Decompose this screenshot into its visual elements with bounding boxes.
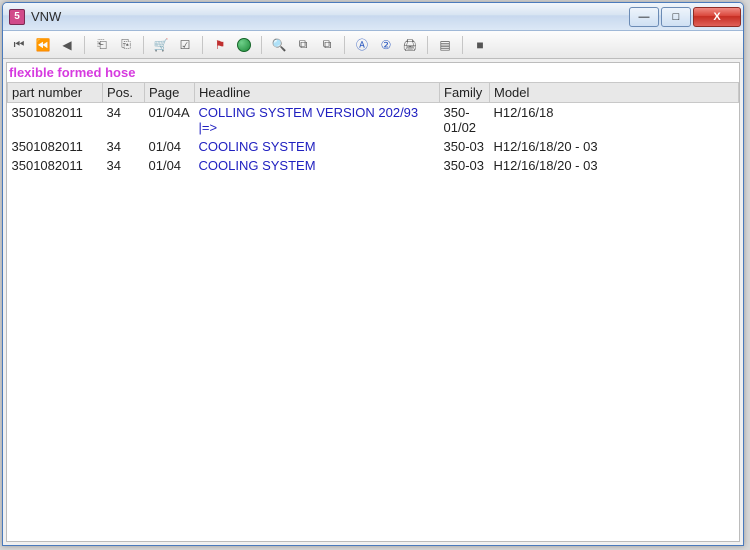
page-forward-icon[interactable]: ⧉ bbox=[317, 35, 337, 55]
col-page[interactable]: Page bbox=[145, 83, 195, 103]
prev-record-icon[interactable]: ◀ bbox=[57, 35, 77, 55]
bookmark-prev-icon[interactable]: ⎗ bbox=[92, 35, 112, 55]
first-record-icon[interactable]: ⏮ bbox=[9, 35, 29, 55]
cart-icon[interactable]: 🛒 bbox=[151, 35, 171, 55]
cell-part-number: 3501082011 bbox=[8, 156, 103, 175]
minimize-button[interactable]: — bbox=[629, 7, 659, 27]
cell-page: 01/04 bbox=[145, 137, 195, 156]
toolbar-separator bbox=[427, 36, 428, 54]
content-area: flexible formed hose part number Pos. Pa… bbox=[6, 62, 740, 542]
cell-headline-link[interactable]: COOLING SYSTEM bbox=[195, 137, 440, 156]
table-row[interactable]: 3501082011 34 01/04A COLLING SYSTEM VERS… bbox=[8, 103, 739, 138]
table-row[interactable]: 3501082011 34 01/04 COOLING SYSTEM 350-0… bbox=[8, 137, 739, 156]
table-header-row: part number Pos. Page Headline Family Mo… bbox=[8, 83, 739, 103]
toolbar-separator bbox=[84, 36, 85, 54]
subtitle-label: flexible formed hose bbox=[7, 63, 739, 82]
cell-pos: 34 bbox=[103, 137, 145, 156]
toolbar-separator bbox=[202, 36, 203, 54]
circle-a-icon[interactable]: Ⓐ bbox=[352, 35, 372, 55]
toolbar-separator bbox=[261, 36, 262, 54]
zoom-icon[interactable]: 🔍 bbox=[269, 35, 289, 55]
bookmark-next-icon[interactable]: ⎘ bbox=[116, 35, 136, 55]
toolbar-separator bbox=[143, 36, 144, 54]
col-headline[interactable]: Headline bbox=[195, 83, 440, 103]
checklist-icon[interactable]: ☑ bbox=[175, 35, 195, 55]
toolbar-separator bbox=[344, 36, 345, 54]
col-model[interactable]: Model bbox=[490, 83, 739, 103]
toolbar-separator bbox=[462, 36, 463, 54]
cell-pos: 34 bbox=[103, 156, 145, 175]
page-back-icon[interactable]: ⧉ bbox=[293, 35, 313, 55]
cell-model: H12/16/18/20 - 03 bbox=[490, 137, 739, 156]
cell-headline-link[interactable]: COOLING SYSTEM bbox=[195, 156, 440, 175]
titlebar[interactable]: 5 VNW — □ X bbox=[3, 3, 743, 31]
col-part-number[interactable]: part number bbox=[8, 83, 103, 103]
window-title: VNW bbox=[31, 9, 61, 24]
cell-pos: 34 bbox=[103, 103, 145, 138]
flag-icon[interactable]: ⚑ bbox=[210, 35, 230, 55]
cell-model: H12/16/18 bbox=[490, 103, 739, 138]
cell-page: 01/04 bbox=[145, 156, 195, 175]
cell-part-number: 3501082011 bbox=[8, 103, 103, 138]
results-table: part number Pos. Page Headline Family Mo… bbox=[7, 82, 739, 175]
document-icon[interactable]: ▤ bbox=[435, 35, 455, 55]
app-icon: 5 bbox=[9, 9, 25, 25]
col-family[interactable]: Family bbox=[440, 83, 490, 103]
cell-family: 350-01/02 bbox=[440, 103, 490, 138]
col-pos[interactable]: Pos. bbox=[103, 83, 145, 103]
cell-headline-link[interactable]: COLLING SYSTEM VERSION 202/93 |=> bbox=[195, 103, 440, 138]
circle-2-icon[interactable]: ② bbox=[376, 35, 396, 55]
prev-page-icon[interactable]: ⏪ bbox=[33, 35, 53, 55]
app-window: 5 VNW — □ X ⏮ ⏪ ◀ ⎗ ⎘ 🛒 ☑ ⚑ 🔍 ⧉ ⧉ Ⓐ ② 🖨 … bbox=[2, 2, 744, 546]
maximize-button[interactable]: □ bbox=[661, 7, 691, 27]
globe-icon[interactable] bbox=[234, 35, 254, 55]
window-buttons: — □ X bbox=[627, 7, 741, 27]
table-row[interactable]: 3501082011 34 01/04 COOLING SYSTEM 350-0… bbox=[8, 156, 739, 175]
stop-icon[interactable]: ■ bbox=[470, 35, 490, 55]
cell-family: 350-03 bbox=[440, 156, 490, 175]
cell-page: 01/04A bbox=[145, 103, 195, 138]
toolbar: ⏮ ⏪ ◀ ⎗ ⎘ 🛒 ☑ ⚑ 🔍 ⧉ ⧉ Ⓐ ② 🖨 ▤ ■ bbox=[3, 31, 743, 59]
cell-family: 350-03 bbox=[440, 137, 490, 156]
print-icon[interactable]: 🖨 bbox=[400, 35, 420, 55]
close-button[interactable]: X bbox=[693, 7, 741, 27]
cell-part-number: 3501082011 bbox=[8, 137, 103, 156]
cell-model: H12/16/18/20 - 03 bbox=[490, 156, 739, 175]
